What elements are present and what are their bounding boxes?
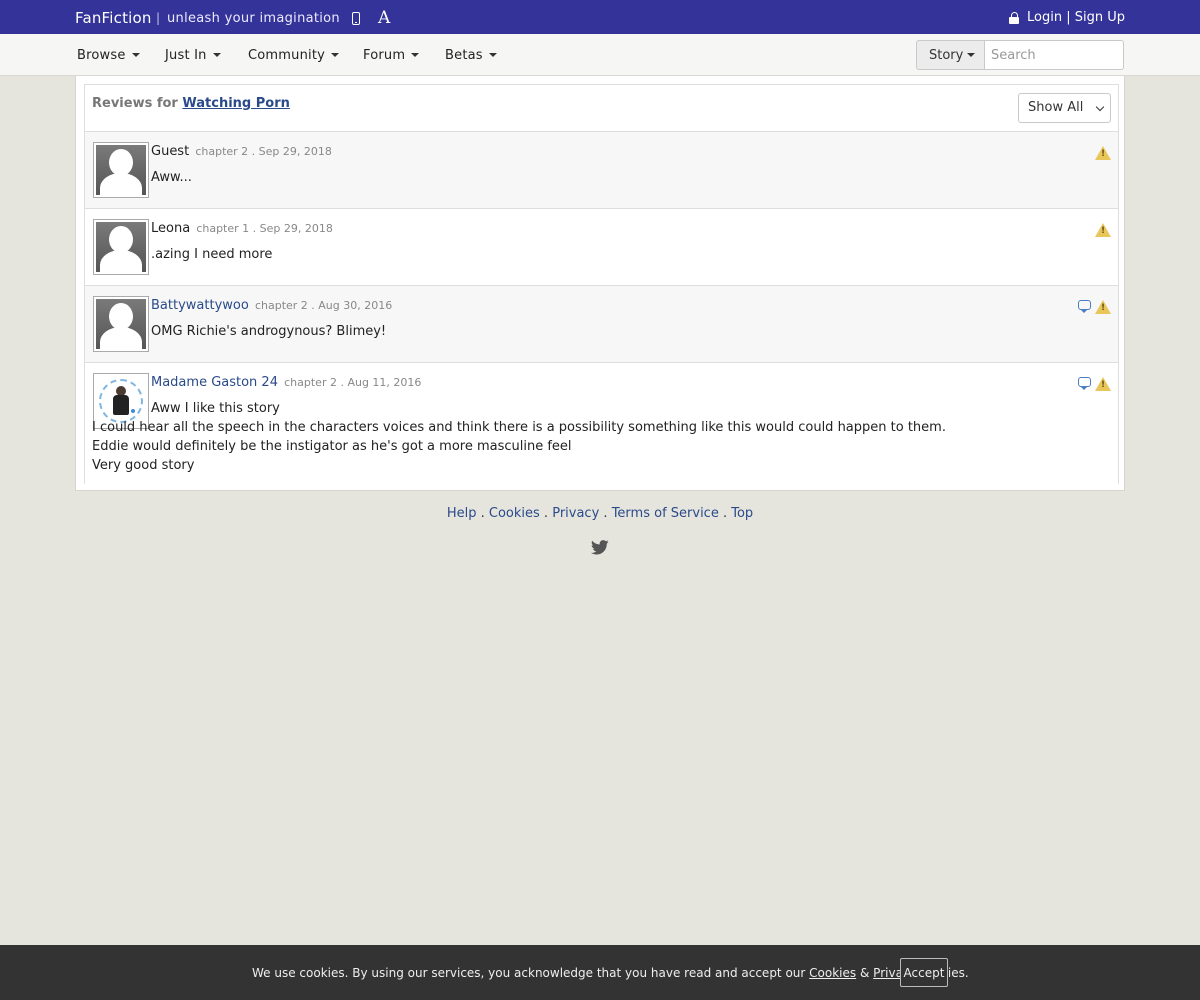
search-type-dropdown[interactable]: Story xyxy=(916,40,985,70)
footer-cookies-link[interactable]: Cookies xyxy=(489,506,540,521)
nav-forum-label: Forum xyxy=(363,48,406,63)
nav-betas-label: Betas xyxy=(445,48,483,63)
mobile-phone-icon[interactable] xyxy=(352,12,360,25)
reviewer-name-text: Battywattywoo xyxy=(151,298,249,313)
footer-separator: . xyxy=(603,506,608,521)
auth-links: Login | Sign Up xyxy=(1027,10,1125,25)
signup-link[interactable]: Sign Up xyxy=(1075,10,1125,25)
review-text: OMG Richie's androgynous? Blimey! xyxy=(151,324,387,339)
twitter-icon[interactable] xyxy=(591,540,609,555)
nav-just-in[interactable]: Just In xyxy=(165,48,221,63)
cookie-message: We use cookies. By using our services, y… xyxy=(252,966,969,980)
avatar xyxy=(93,142,149,198)
review-text: .azing I need more xyxy=(151,247,273,262)
site-tagline: unleash your imagination xyxy=(167,11,340,26)
caret-down-icon xyxy=(212,52,221,57)
font-size-icon[interactable]: A xyxy=(378,8,390,28)
footer-help-link[interactable]: Help xyxy=(447,506,477,521)
footer-links: Help . Cookies . Privacy . Terms of Serv… xyxy=(0,506,1200,521)
lock-icon xyxy=(1009,12,1019,24)
cookie-message-start: We use cookies. By using our services, y… xyxy=(252,966,806,980)
reviews-title-prefix: Reviews for xyxy=(92,96,178,111)
review-filter-select[interactable]: Show All xyxy=(1018,93,1111,123)
cookie-consent-bar: We use cookies. By using our services, y… xyxy=(0,945,1200,1000)
reviewer-name: Guest chapter 2 . Sep 29, 2018 xyxy=(151,144,332,159)
review-text: Aww I like this story I could hear all t… xyxy=(92,401,946,473)
chevron-down-icon xyxy=(1095,102,1105,112)
footer-privacy-link[interactable]: Privacy xyxy=(552,506,599,521)
review-row: Battywattywoo chapter 2 . Aug 30, 2016 O… xyxy=(85,286,1118,363)
main-nav: Browse Just In Community Forum Betas Sto… xyxy=(0,34,1200,76)
nav-community-label: Community xyxy=(248,48,326,63)
caret-down-icon xyxy=(331,52,340,57)
accept-cookies-button[interactable]: Accept xyxy=(900,958,948,987)
nav-browse-label: Browse xyxy=(77,48,126,63)
review-meta: chapter 2 . Aug 30, 2016 xyxy=(254,299,393,312)
footer-tos-link[interactable]: Terms of Service xyxy=(612,506,719,521)
report-warning-icon[interactable] xyxy=(1095,377,1111,391)
cookie-cookies-link[interactable]: Cookies xyxy=(809,966,856,980)
nav-community[interactable]: Community xyxy=(248,48,340,63)
story-title-link[interactable]: Watching Porn xyxy=(182,96,290,111)
reviewer-name[interactable]: Madame Gaston 24 chapter 2 . Aug 11, 201… xyxy=(151,375,421,390)
page-title: Reviews for Watching Porn xyxy=(92,96,290,111)
caret-down-icon xyxy=(131,52,140,57)
nav-forum[interactable]: Forum xyxy=(363,48,420,63)
nav-browse[interactable]: Browse xyxy=(77,48,140,63)
review-text: Aww... xyxy=(151,170,192,185)
avatar xyxy=(93,219,149,275)
review-meta: chapter 2 . Sep 29, 2018 xyxy=(195,145,332,158)
footer-separator: . xyxy=(722,506,728,521)
caret-down-icon xyxy=(488,52,497,57)
search-type-label: Story xyxy=(929,48,964,63)
cookie-amp: & xyxy=(859,966,870,980)
nav-betas[interactable]: Betas xyxy=(445,48,497,63)
reviewer-name-text: Guest xyxy=(151,144,190,159)
reviewer-name[interactable]: Battywattywoo chapter 2 . Aug 30, 2016 xyxy=(151,298,392,313)
reply-chat-icon[interactable] xyxy=(1078,377,1091,390)
review-row: Leona chapter 1 . Sep 29, 2018 .azing I … xyxy=(85,209,1118,286)
login-link[interactable]: Login xyxy=(1027,10,1062,25)
review-meta: chapter 2 . Aug 11, 2016 xyxy=(284,376,422,389)
review-row: Madame Gaston 24 chapter 2 . Aug 11, 201… xyxy=(85,363,1118,484)
reply-chat-icon[interactable] xyxy=(1078,300,1091,313)
content-panel: Reviews for Watching Porn Show All Guest… xyxy=(75,76,1125,491)
footer-separator: . xyxy=(543,506,549,521)
report-warning-icon[interactable] xyxy=(1095,223,1111,237)
report-warning-icon[interactable] xyxy=(1095,146,1111,160)
site-logo[interactable]: FanFiction xyxy=(75,9,152,27)
top-bar: FanFiction | unleash your imagination A … xyxy=(0,0,1200,34)
search-input[interactable] xyxy=(984,40,1124,70)
report-warning-icon[interactable] xyxy=(1095,300,1111,314)
reviews-header: Reviews for Watching Porn Show All xyxy=(85,85,1118,132)
footer-top-link[interactable]: Top xyxy=(731,506,753,521)
reviewer-name: Leona chapter 1 . Sep 29, 2018 xyxy=(151,221,333,236)
review-filter-value: Show All xyxy=(1028,100,1084,115)
reviews-table: Reviews for Watching Porn Show All Guest… xyxy=(84,84,1119,484)
reviewer-name-text: Leona xyxy=(151,221,191,236)
nav-just-in-label: Just In xyxy=(165,48,207,63)
review-meta: chapter 1 . Sep 29, 2018 xyxy=(196,222,333,235)
caret-down-icon xyxy=(411,52,420,57)
auth-separator: | xyxy=(1066,10,1071,25)
review-row: Guest chapter 2 . Sep 29, 2018 Aww... xyxy=(85,132,1118,209)
reviewer-name-text: Madame Gaston 24 xyxy=(151,375,278,390)
brand-separator: | xyxy=(156,11,161,25)
avatar[interactable] xyxy=(93,296,149,352)
footer-separator: . xyxy=(480,506,485,521)
caret-down-icon xyxy=(967,52,976,57)
